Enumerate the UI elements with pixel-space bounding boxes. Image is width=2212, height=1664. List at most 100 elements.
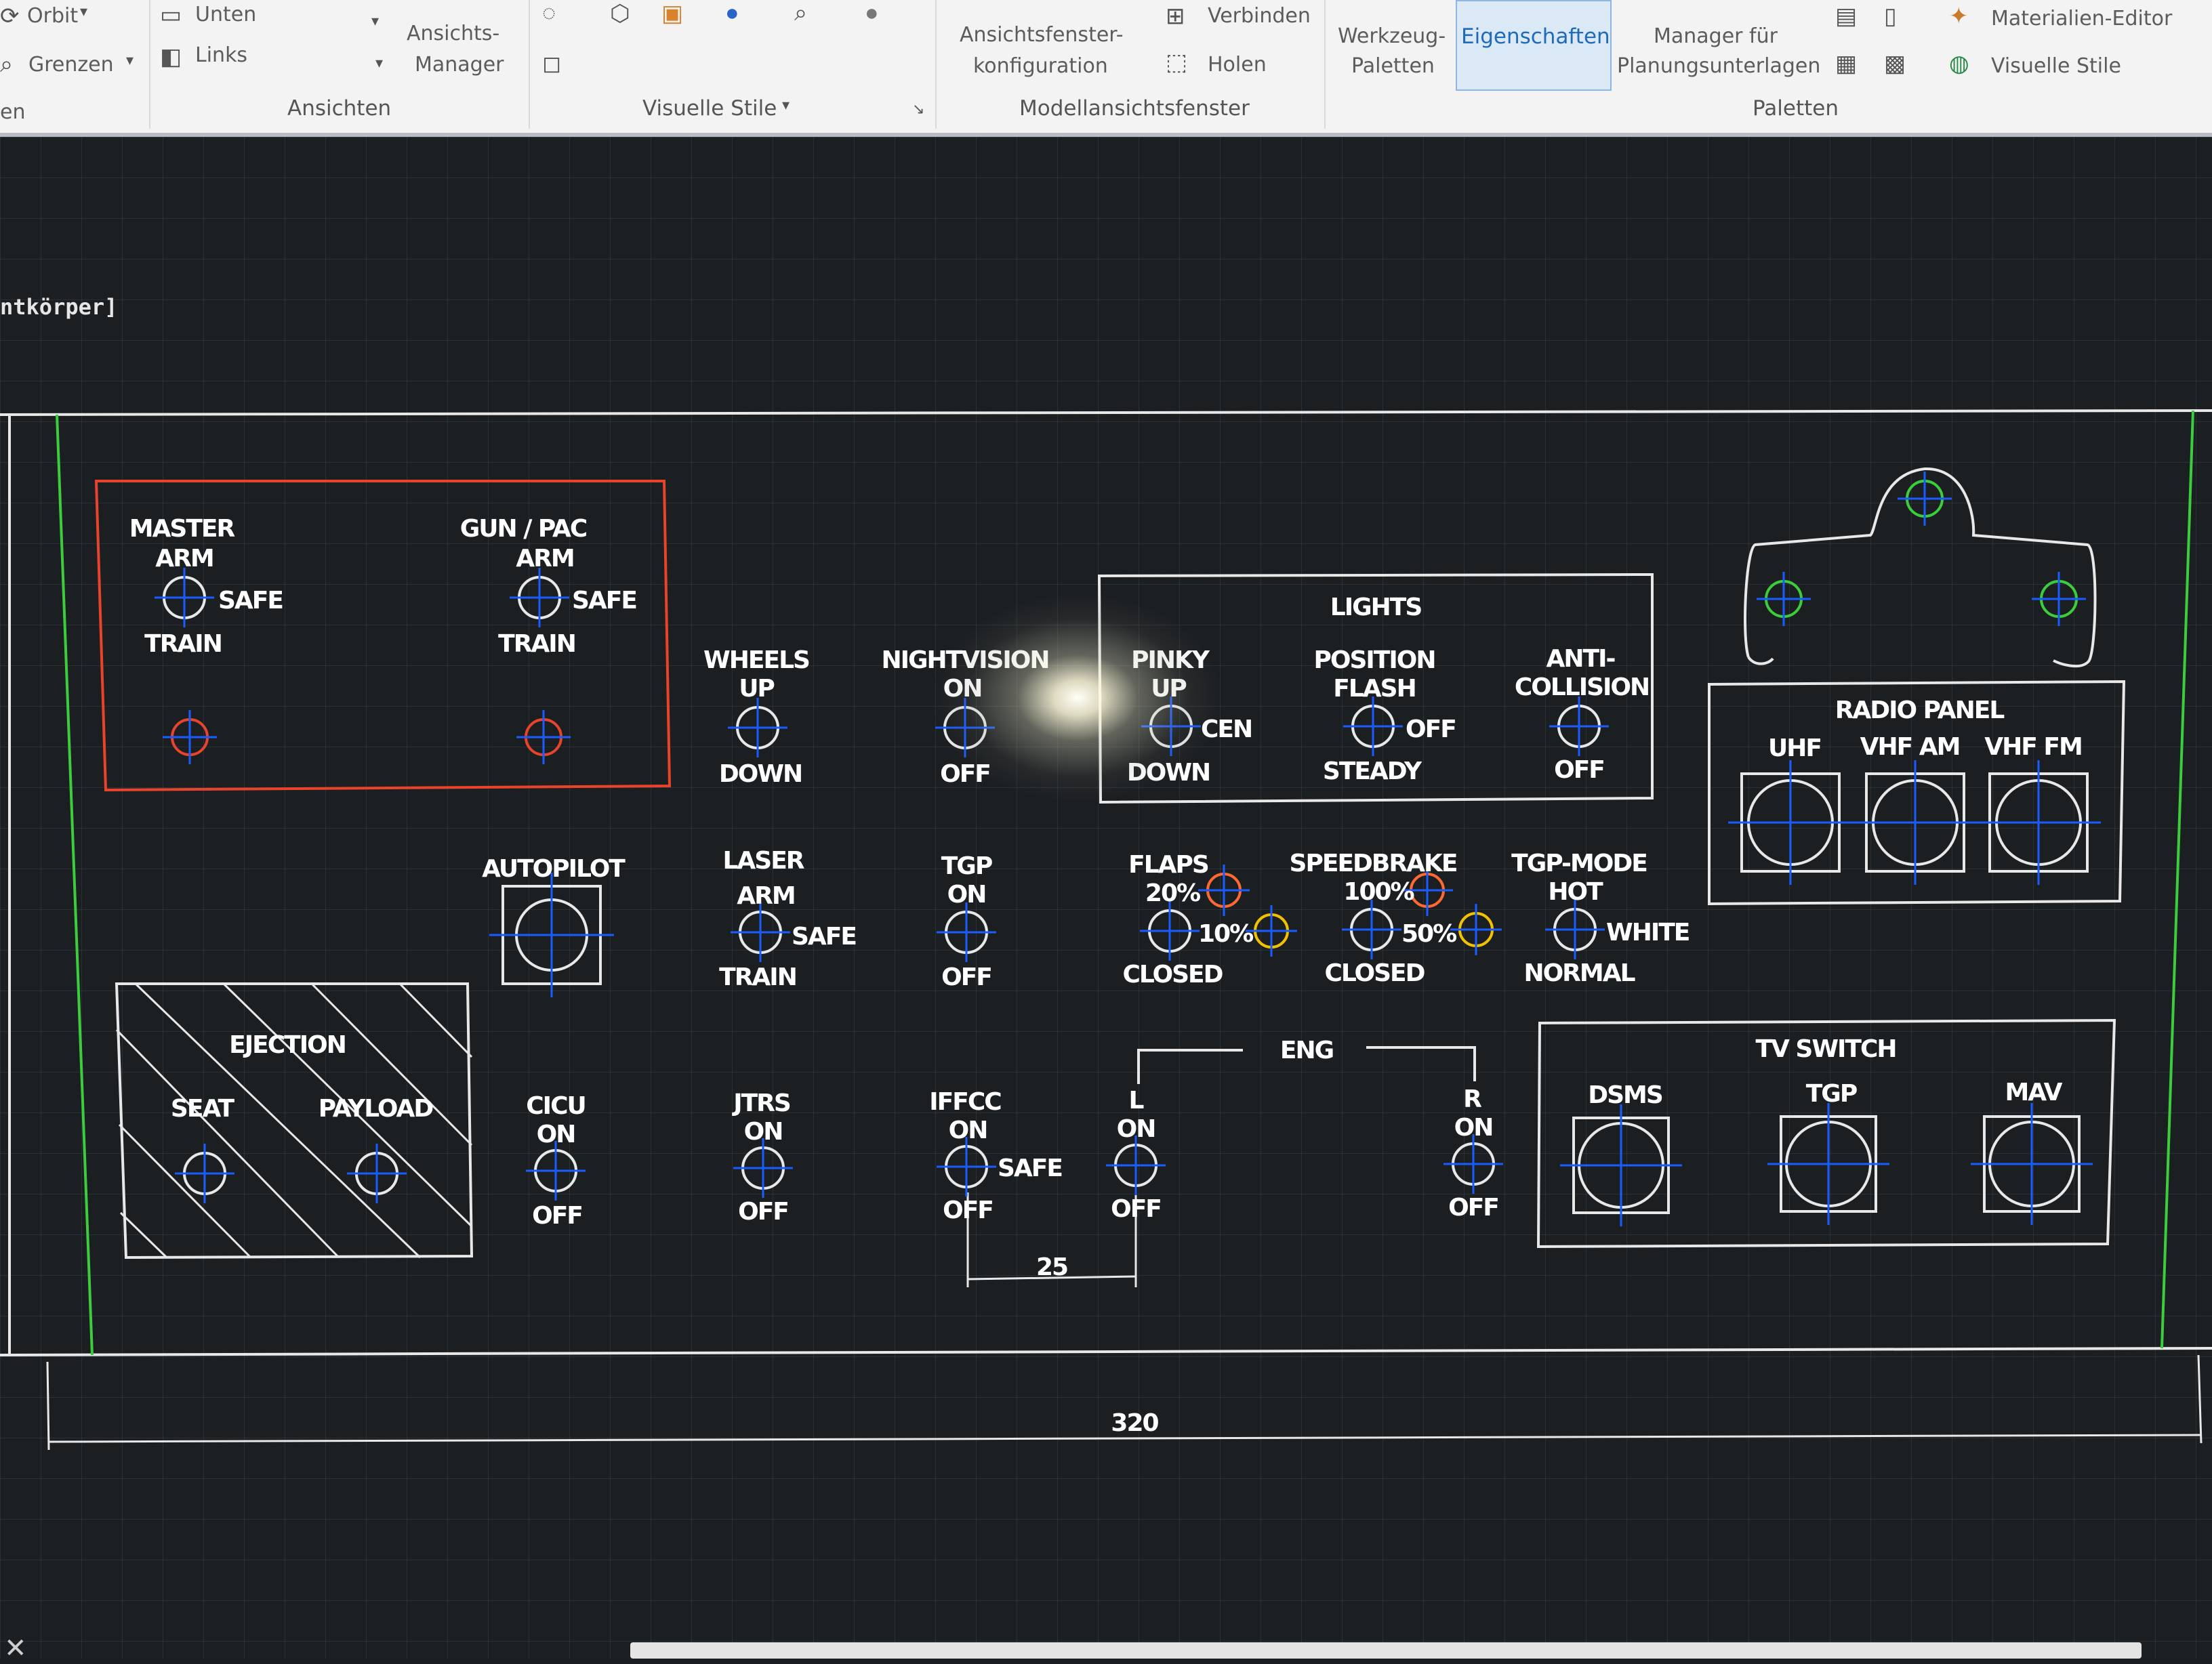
chevron-down-icon[interactable]: ▾ [80, 3, 87, 20]
nightvision-title[interactable]: NIGHTVISION [881, 646, 1050, 674]
holen-button[interactable]: Holen [1208, 53, 1267, 77]
master-arm-switch[interactable] [155, 568, 214, 627]
laser-arm-label[interactable]: ARM [737, 882, 796, 910]
ansichtsfenster-line1[interactable]: Ansichtsfenster- [960, 23, 1124, 47]
jtrs-off-label[interactable]: OFF [738, 1198, 790, 1226]
view-left-icon[interactable]: ◧ [160, 43, 182, 70]
master-title[interactable]: MASTER [129, 515, 237, 543]
materialien-editor-button[interactable]: Materialien-Editor [1991, 7, 2172, 31]
ansichts-manager-line2[interactable]: Manager [415, 53, 504, 77]
cicu-title[interactable]: CICU [526, 1092, 586, 1120]
dim-320-label[interactable]: 320 [1111, 1409, 1160, 1437]
iffcc-safe-label[interactable]: SAFE [998, 1155, 1063, 1182]
cicu-on-label[interactable]: ON [537, 1121, 577, 1148]
speedbrake-100-label[interactable]: 100% [1343, 878, 1415, 906]
sheet-set-icon[interactable]: ▤ [1835, 3, 1857, 30]
box-icon[interactable]: ⬡ [610, 0, 630, 27]
speedbrake-title[interactable]: SPEEDBRAKE [1290, 850, 1458, 877]
wheels-title[interactable]: WHEELS [703, 646, 811, 674]
iffcc-off-label[interactable]: OFF [943, 1197, 994, 1224]
eigenschaften-button[interactable]: Eigenschaften [1456, 0, 1612, 91]
green-guide-right[interactable] [2160, 410, 2194, 1349]
tv-switch-title[interactable]: TV SWITCH [1755, 1035, 1897, 1063]
orbit-icon[interactable]: ⟳ [0, 3, 20, 30]
ansichts-manager-line1[interactable]: Ansichts- [407, 22, 499, 46]
dim-25-label[interactable]: 25 [1036, 1253, 1069, 1281]
wireframe-style-icon[interactable]: ◌ [542, 0, 556, 26]
lights-title[interactable]: LIGHTS [1330, 594, 1423, 621]
panel-frame-bottom[interactable] [0, 1347, 2212, 1356]
materials-editor-icon[interactable]: ✦ [1949, 3, 1969, 30]
pinky-cen-label[interactable]: CEN [1201, 715, 1253, 743]
cicu-off-label[interactable]: OFF [532, 1202, 583, 1230]
pinky-switch[interactable] [1141, 696, 1201, 756]
laser-title[interactable]: LASER [722, 847, 805, 875]
iffcc-switch[interactable] [937, 1137, 996, 1197]
ejection-seat-label[interactable]: SEAT [171, 1095, 237, 1123]
jtrs-title[interactable]: JTRS [731, 1089, 792, 1117]
throttle-left-hole[interactable] [1757, 572, 1811, 626]
tgp-mode-hot-label[interactable]: HOT [1548, 878, 1605, 906]
horizontal-scrollbar[interactable] [630, 1642, 2142, 1659]
tgp-switch[interactable] [937, 902, 996, 962]
tgp-mode-normal-label[interactable]: NORMAL [1523, 959, 1636, 987]
speedbrake-switch[interactable] [1342, 900, 1401, 959]
grenzen-button[interactable]: Grenzen [28, 53, 114, 77]
master-arm-label[interactable]: ARM [155, 545, 214, 573]
gun-pac-safe-label[interactable]: SAFE [572, 587, 638, 615]
eng-r-on-label[interactable]: ON [1454, 1114, 1494, 1142]
position-steady-label[interactable]: STEADY [1323, 757, 1424, 785]
master-arm-light[interactable] [163, 710, 217, 764]
manager-planung-line2[interactable]: Planungsunterlagen [1617, 54, 1820, 79]
cad-drawing[interactable]: MASTERARMSAFETRAINGUN / PACARMSAFETRAINW… [0, 137, 2212, 1659]
pinky-title[interactable]: PINKY [1131, 646, 1212, 674]
orbit-button[interactable]: Orbit [27, 4, 78, 28]
nightvision-switch[interactable] [935, 698, 995, 757]
vhf-fm-label[interactable]: VHF FM [1984, 733, 2083, 761]
verbinden-button[interactable]: Verbinden [1208, 4, 1311, 28]
chevron-down-icon[interactable]: ▾ [375, 54, 383, 72]
ansichtsfenster-line2[interactable]: konfiguration [973, 54, 1108, 79]
laser-safe-label[interactable]: SAFE [792, 923, 857, 951]
gun-pac-title[interactable]: GUN / PAC [460, 515, 588, 543]
anticollision-switch[interactable] [1549, 696, 1609, 756]
anti-title1[interactable]: ANTI- [1547, 645, 1616, 673]
nightvision-off-label[interactable]: OFF [940, 760, 991, 788]
werkzeug-paletten-line2[interactable]: Paletten [1351, 54, 1435, 79]
grid-palette-icon[interactable]: ▦ [1835, 50, 1857, 77]
gun-pac-light[interactable] [516, 710, 571, 764]
autopilot-title[interactable]: AUTOPILOT [482, 855, 627, 883]
master-safe-label[interactable]: SAFE [218, 587, 284, 615]
position-title[interactable]: POSITION [1314, 646, 1437, 674]
join-viewports-icon[interactable]: ⊞ [1166, 3, 1185, 30]
position-off-label[interactable]: OFF [1406, 715, 1457, 743]
position-switch[interactable] [1343, 696, 1403, 756]
jtrs-on-label[interactable]: ON [744, 1118, 784, 1146]
gray-sphere-icon[interactable]: ● [865, 0, 879, 26]
zoom-extents-icon[interactable]: ⌕ [0, 51, 13, 78]
tgp-title[interactable]: TGP [941, 852, 994, 880]
vhf-fm-knob[interactable] [1976, 760, 2101, 885]
visual-styles-dropdown[interactable]: Visuelle Stile [642, 96, 777, 121]
laser-train-label[interactable]: TRAIN [719, 963, 798, 991]
pinky-up-label[interactable]: UP [1151, 675, 1187, 703]
eng-l-label[interactable]: L [1129, 1087, 1145, 1115]
panel-frame-top[interactable] [0, 409, 2212, 416]
master-train-label[interactable]: TRAIN [144, 630, 223, 658]
flaps-closed-label[interactable]: CLOSED [1122, 961, 1223, 989]
ejection-title[interactable]: EJECTION [229, 1031, 347, 1059]
chevron-down-icon[interactable]: ▾ [782, 96, 790, 114]
flaps-switch[interactable] [1140, 901, 1200, 961]
vhf-am-knob[interactable] [1853, 760, 1978, 885]
iffcc-on-label[interactable]: ON [949, 1117, 989, 1144]
tgp-mode-title[interactable]: TGP-MODE [1511, 850, 1648, 877]
dsms-knob[interactable] [1560, 1104, 1682, 1226]
view-unten-button[interactable]: Unten [195, 3, 256, 27]
tool-palette-icon[interactable]: ▩ [1884, 50, 1906, 77]
gun-pac-arm-label[interactable]: ARM [516, 545, 575, 573]
wheels-switch[interactable] [728, 698, 787, 757]
eng-l-on-label[interactable]: ON [1117, 1115, 1157, 1143]
green-guide-left[interactable] [56, 414, 94, 1356]
uhf-label[interactable]: UHF [1768, 734, 1822, 762]
visuelle-stile-button[interactable]: Visuelle Stile [1991, 54, 2121, 79]
